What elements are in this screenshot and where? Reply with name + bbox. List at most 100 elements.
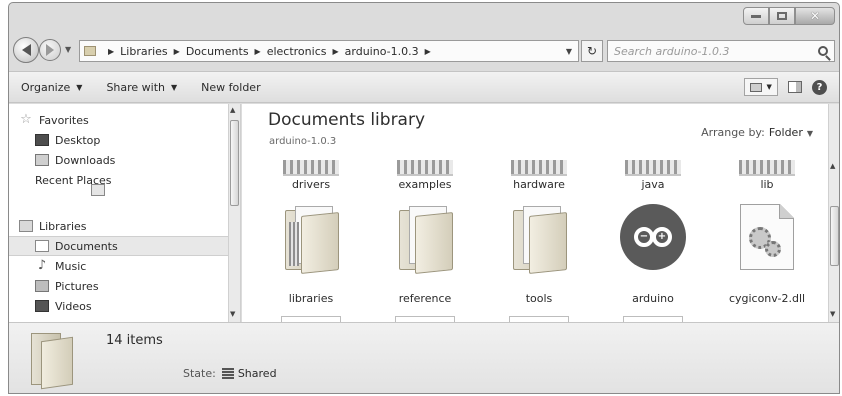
breadcrumb-electronics[interactable]: electronics	[267, 45, 327, 58]
scroll-thumb[interactable]	[230, 120, 239, 206]
breadcrumb-chevron-icon[interactable]: ▶	[108, 47, 114, 56]
libraries-header[interactable]: Libraries	[19, 216, 87, 236]
nav-item-label: Music	[55, 259, 87, 273]
scroll-up-icon[interactable]: ▲	[830, 162, 835, 170]
command-bar: Organize ▼ Share with ▼ New folder ▼ ?	[9, 71, 839, 103]
videos-icon	[35, 300, 49, 312]
refresh-icon: ↻	[586, 44, 598, 58]
list-item[interactable]: examples	[375, 178, 475, 191]
dll-file-icon	[740, 204, 794, 270]
share-state: State: Shared	[183, 367, 277, 380]
back-button[interactable]	[13, 37, 39, 63]
folder-icon	[283, 160, 339, 176]
downloads-icon	[35, 154, 49, 166]
folder-icon	[397, 160, 453, 176]
refresh-button[interactable]: ↻	[581, 40, 603, 62]
folder-icon	[511, 160, 567, 176]
breadcrumb-arduino[interactable]: arduino-1.0.3	[345, 45, 419, 58]
share-with-button[interactable]: Share with ▼	[94, 81, 189, 94]
nav-item-downloads[interactable]: Downloads	[35, 150, 115, 170]
documents-icon	[35, 240, 49, 252]
nav-item-pictures[interactable]: Pictures	[35, 276, 99, 296]
search-icon[interactable]	[818, 46, 828, 56]
content-scrollbar[interactable]: ▲ ▼	[828, 104, 839, 322]
forward-button[interactable]	[39, 39, 61, 61]
nav-item-label: Downloads	[55, 153, 116, 167]
preview-pane-icon[interactable]	[788, 81, 802, 93]
list-item-tools[interactable]: tools	[489, 204, 589, 305]
folder-icon	[395, 204, 455, 274]
nav-item-label: Desktop	[55, 133, 101, 147]
change-view-button[interactable]: ▼	[744, 78, 778, 96]
list-item-reference[interactable]: reference	[375, 204, 475, 305]
breadcrumb-libraries[interactable]: Libraries	[120, 45, 168, 58]
chevron-down-icon[interactable]: ▼	[766, 83, 771, 91]
scroll-down-icon[interactable]: ▼	[830, 310, 835, 318]
nav-item-videos[interactable]: Videos	[35, 296, 92, 316]
search-input[interactable]	[614, 44, 804, 58]
close-button[interactable]: ✕	[795, 7, 835, 25]
nav-item-recent-places[interactable]: Recent Places	[35, 170, 112, 196]
item-label: hardware	[513, 178, 565, 191]
list-item[interactable]	[375, 160, 475, 178]
list-item-libraries[interactable]: libraries	[261, 204, 361, 305]
folder-icon	[509, 204, 569, 274]
item-label: examples	[398, 178, 452, 191]
breadcrumb-documents[interactable]: Documents	[186, 45, 249, 58]
arrange-by[interactable]: Arrange by: Folder ▼	[701, 126, 813, 139]
minimize-button[interactable]	[743, 7, 769, 25]
arduino-app-icon: − +	[620, 204, 686, 270]
search-box[interactable]	[607, 40, 835, 62]
scroll-up-icon[interactable]: ▲	[230, 106, 235, 114]
maximize-button[interactable]	[769, 7, 795, 25]
content-pane: Documents library arduino-1.0.3 Arrange …	[242, 104, 839, 322]
list-item-cygiconv[interactable]: cygiconv-2.dll	[717, 204, 817, 305]
breadcrumb-chevron-icon[interactable]: ▶	[425, 47, 431, 56]
recent-locations-dropdown[interactable]: ▼	[65, 45, 71, 54]
breadcrumb-chevron-icon[interactable]: ▶	[174, 47, 180, 56]
nav-item-documents[interactable]: Documents	[9, 236, 229, 256]
recent-places-icon	[91, 184, 105, 196]
nav-scrollbar[interactable]: ▲ ▼	[228, 104, 240, 322]
list-item[interactable]	[261, 160, 361, 178]
list-item[interactable]: hardware	[489, 178, 589, 191]
nav-item-music[interactable]: ♪ Music	[35, 256, 86, 276]
scroll-thumb[interactable]	[830, 206, 839, 266]
item-label: cygiconv-2.dll	[728, 292, 806, 305]
address-dropdown-icon[interactable]: ▼	[560, 47, 578, 56]
organize-button[interactable]: Organize ▼	[9, 81, 94, 94]
back-arrow-icon	[21, 44, 31, 56]
nav-item-label: Videos	[55, 299, 92, 313]
scroll-down-icon[interactable]: ▼	[230, 310, 235, 318]
breadcrumb-chevron-icon[interactable]: ▶	[332, 47, 338, 56]
nav-item-label: Documents	[55, 239, 118, 253]
list-item[interactable]	[717, 160, 817, 178]
item-label: tools	[525, 292, 553, 305]
music-icon: ♪	[37, 258, 47, 273]
help-icon[interactable]: ?	[812, 79, 827, 95]
breadcrumb-chevron-icon[interactable]: ▶	[255, 47, 261, 56]
item-label: reference	[398, 292, 452, 305]
address-row: ▼ ▶ Libraries ▶ Documents ▶ electronics …	[9, 31, 839, 67]
list-item[interactable]: java	[603, 178, 703, 191]
new-folder-button[interactable]: New folder	[189, 81, 272, 94]
minimize-icon	[751, 14, 761, 18]
favorites-header[interactable]: ☆ Favorites	[19, 110, 89, 130]
pictures-icon	[35, 280, 49, 292]
list-item[interactable]: drivers	[261, 178, 361, 191]
chevron-down-icon: ▼	[171, 82, 178, 92]
star-icon: ☆	[20, 112, 32, 127]
libraries-label: Libraries	[39, 219, 87, 233]
caption-buttons: ✕	[743, 7, 835, 25]
nav-item-desktop[interactable]: Desktop	[35, 130, 100, 150]
library-title: Documents library	[268, 110, 426, 130]
close-icon: ✕	[809, 9, 821, 23]
list-item-arduino[interactable]: − + arduino	[603, 204, 703, 305]
state-label: State:	[183, 367, 216, 380]
list-item[interactable]: lib	[717, 178, 817, 191]
list-item[interactable]	[489, 160, 589, 178]
address-bar[interactable]: ▶ Libraries ▶ Documents ▶ electronics ▶ …	[79, 40, 579, 62]
folder-icon	[281, 204, 341, 274]
folder-icon	[31, 329, 75, 390]
list-item[interactable]	[603, 160, 703, 178]
